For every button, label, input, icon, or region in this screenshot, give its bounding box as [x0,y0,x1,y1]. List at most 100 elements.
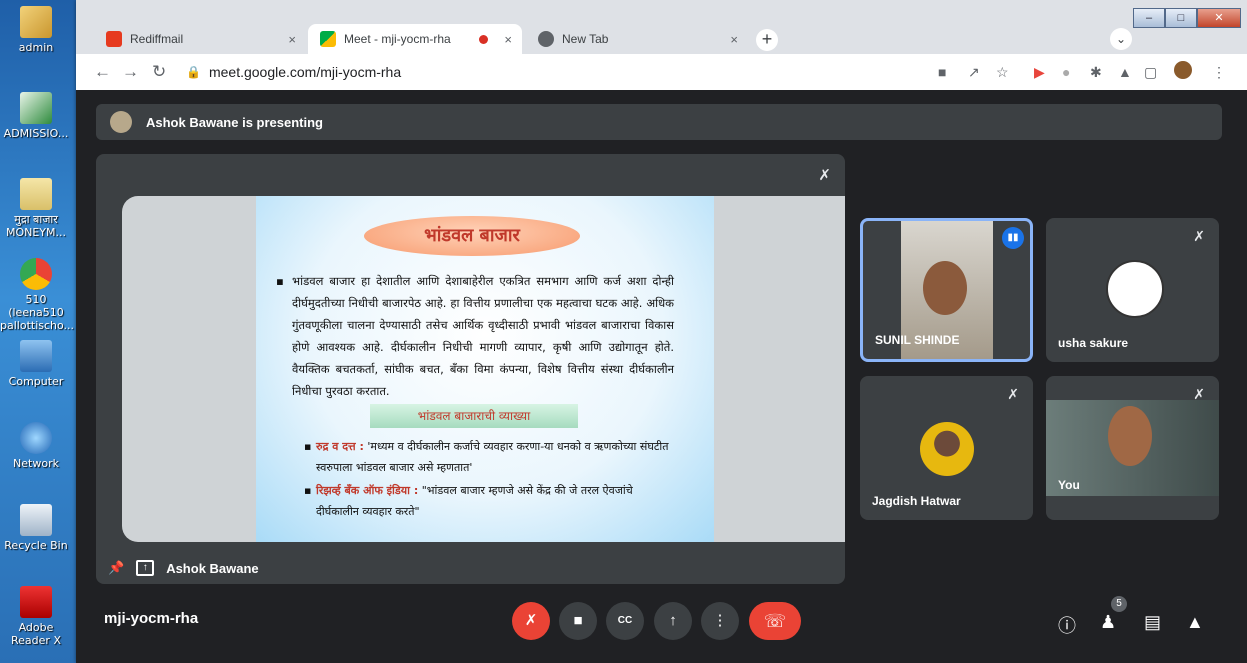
desktop-icon-label: Recycle Bin [4,539,68,552]
back-arrow-icon[interactable]: ← [94,62,111,82]
window-controls: – □ ✕ [1133,8,1241,28]
desktop-icon-label: 510 (leena510 pallottischo... [0,293,75,332]
participant-name: Jagdish Hatwar [872,494,961,508]
slide-bullet-key: रिझर्व्ह बँक ऑफ इंडिया : [316,484,419,497]
maximize-button[interactable]: □ [1165,8,1197,28]
close-tab-icon[interactable]: × [730,32,738,47]
slide-title: भांडवल बाजार [364,216,580,256]
participant-face [923,261,967,315]
more-options-button[interactable]: ⋮ [701,602,739,640]
participant-tile[interactable]: ✗ Jagdish Hatwar [860,376,1033,520]
slide-bullet: रुद्र व दत्त : 'मध्यम व दीर्घकालीन कर्जा… [304,436,676,478]
desktop-icon-label: Network [13,457,59,470]
participant-face [1108,406,1152,466]
desktop-icon-network[interactable]: Network [0,422,72,470]
mic-off-icon: ✗ [1193,386,1205,402]
desktop-icon-computer[interactable]: Computer [0,340,72,388]
menu-kebab-icon[interactable]: ⋮ [1212,64,1226,81]
close-tab-icon[interactable]: × [504,32,512,47]
close-tab-icon[interactable]: × [288,32,296,47]
adobe-reader-icon [20,586,52,618]
user-folder-icon [20,6,52,38]
pin-icon[interactable]: 📌 [108,560,124,576]
tab-rediffmail[interactable]: Rediffmail × [94,24,306,54]
avatar [1106,260,1164,318]
slide-bullet: रिझर्व्ह बँक ऑफ इंडिया : "भांडवल बाजार म… [304,480,676,522]
desktop-icon-label: ADMISSIO... [3,127,69,140]
lock-icon: 🔒 [186,65,201,79]
speaking-indicator-icon: ▮▮ [1002,227,1024,249]
participant-name: usha sakure [1058,336,1129,350]
computer-icon [20,340,52,372]
minimize-button[interactable]: – [1133,8,1165,28]
desktop-icon-moneymarket[interactable]: मुद्रा बाजार MONEYM... [0,178,72,239]
slide-bullet-text: 'मध्यम व दीर्घकालीन कर्जाचे व्यवहार करणा… [316,440,669,474]
side-panel-icon[interactable]: ▢ [1144,64,1157,81]
rediffmail-icon [106,31,122,47]
tab-new-tab[interactable]: New Tab × [526,24,748,54]
mic-toggle-button[interactable]: ✗ [512,602,550,640]
mic-off-icon: ✗ [818,167,831,184]
avatar [110,111,132,133]
puzzle-extensions-icon[interactable]: ✱ [1090,64,1102,81]
mic-off-icon: ✗ [1193,228,1205,244]
url-text: meet.google.com/mji-yocm-rha [208,64,402,80]
participant-name: SUNIL SHINDE [875,333,960,347]
main-tile-name: 📌 ↑ Ashok Bawane [108,560,259,576]
presentation-tile[interactable]: ✗ भांडवल बाजार भांडवल बाजार हा देशातील आ… [96,154,845,584]
desktop-icon-label: admin [18,41,54,54]
participant-tile[interactable]: ✗ You [1046,376,1219,520]
desktop-icon-chrome-profile[interactable]: 510 (leena510 pallottischo... [0,258,75,332]
document-thumbnail-icon [20,178,52,210]
tab-title: Rediffmail [130,32,184,46]
info-icon[interactable]: ⓘ [1058,612,1076,638]
present-screen-button[interactable]: ↑ [654,602,692,640]
presenter-name: Ashok Bawane [166,560,259,576]
participant-tile[interactable]: ▮▮ SUNIL SHINDE [860,218,1033,362]
participant-tile[interactable]: ✗ usha sakure [1046,218,1219,362]
desktop-icon-admission[interactable]: ADMISSIO... [0,92,72,140]
participant-name: You [1058,478,1080,492]
bookmark-star-icon[interactable]: ☆ [996,64,1009,81]
tab-title: New Tab [562,32,609,46]
chrome-icon [20,258,52,290]
meet-icon [320,31,336,47]
slide-paragraph: भांडवल बाजार हा देशातील आणि देशाबाहेरील … [276,270,674,402]
meet-stage: Ashok Bawane is presenting ✗ भांडवल बाजा… [76,90,1247,663]
present-screen-icon: ↑ [136,560,155,576]
desktop-icon-adobe-reader[interactable]: Adobe Reader X [0,586,72,647]
tab-meet[interactable]: Meet - mji-yocm-rha × [308,24,522,54]
forward-arrow-icon[interactable]: → [122,62,139,82]
labs-flask-icon[interactable]: ▲ [1118,64,1132,80]
desktop-icon-recycle-bin[interactable]: Recycle Bin [0,504,72,552]
extension-icon[interactable]: ● [1062,64,1070,80]
recording-dot-icon [479,34,488,44]
extension-icon[interactable]: ▶ [1034,64,1045,81]
chat-icon[interactable]: ▤ [1144,612,1161,633]
camera-indicator-icon[interactable]: ■ [938,64,946,80]
share-icon[interactable]: ↗ [968,64,980,81]
reload-icon[interactable]: ↻ [152,62,166,82]
mic-off-icon: ✗ [1007,386,1019,402]
close-window-button[interactable]: ✕ [1197,8,1241,28]
end-call-button[interactable]: ☏ [749,602,801,640]
chevron-down-icon[interactable]: ⌄ [1110,28,1132,50]
activities-icon[interactable]: ▲ [1186,612,1204,633]
avatar[interactable] [1174,61,1192,79]
presenting-banner: Ashok Bawane is presenting [96,104,1222,140]
captions-button[interactable]: CC [606,602,644,640]
address-bar[interactable]: 🔒 meet.google.com/mji-yocm-rha [180,58,920,86]
new-tab-button[interactable]: + [756,29,778,51]
desktop-icon-admin[interactable]: admin [0,6,72,54]
excel-icon [20,92,52,124]
meeting-code: mji-yocm-rha [104,610,199,627]
avatar [920,422,974,476]
meeting-controls: mji-yocm-rha ✗ ■ CC ↑ ⋮ ☏ ⓘ 5 ♟ ▤ ▲ [76,588,1247,663]
recycle-bin-icon [20,504,52,536]
people-icon[interactable]: ♟ [1100,612,1116,633]
camera-toggle-button[interactable]: ■ [559,602,597,640]
people-count-badge: 5 [1111,596,1127,612]
chrome-icon [538,31,554,47]
network-icon [20,422,52,454]
tab-title: Meet - mji-yocm-rha [344,32,451,46]
